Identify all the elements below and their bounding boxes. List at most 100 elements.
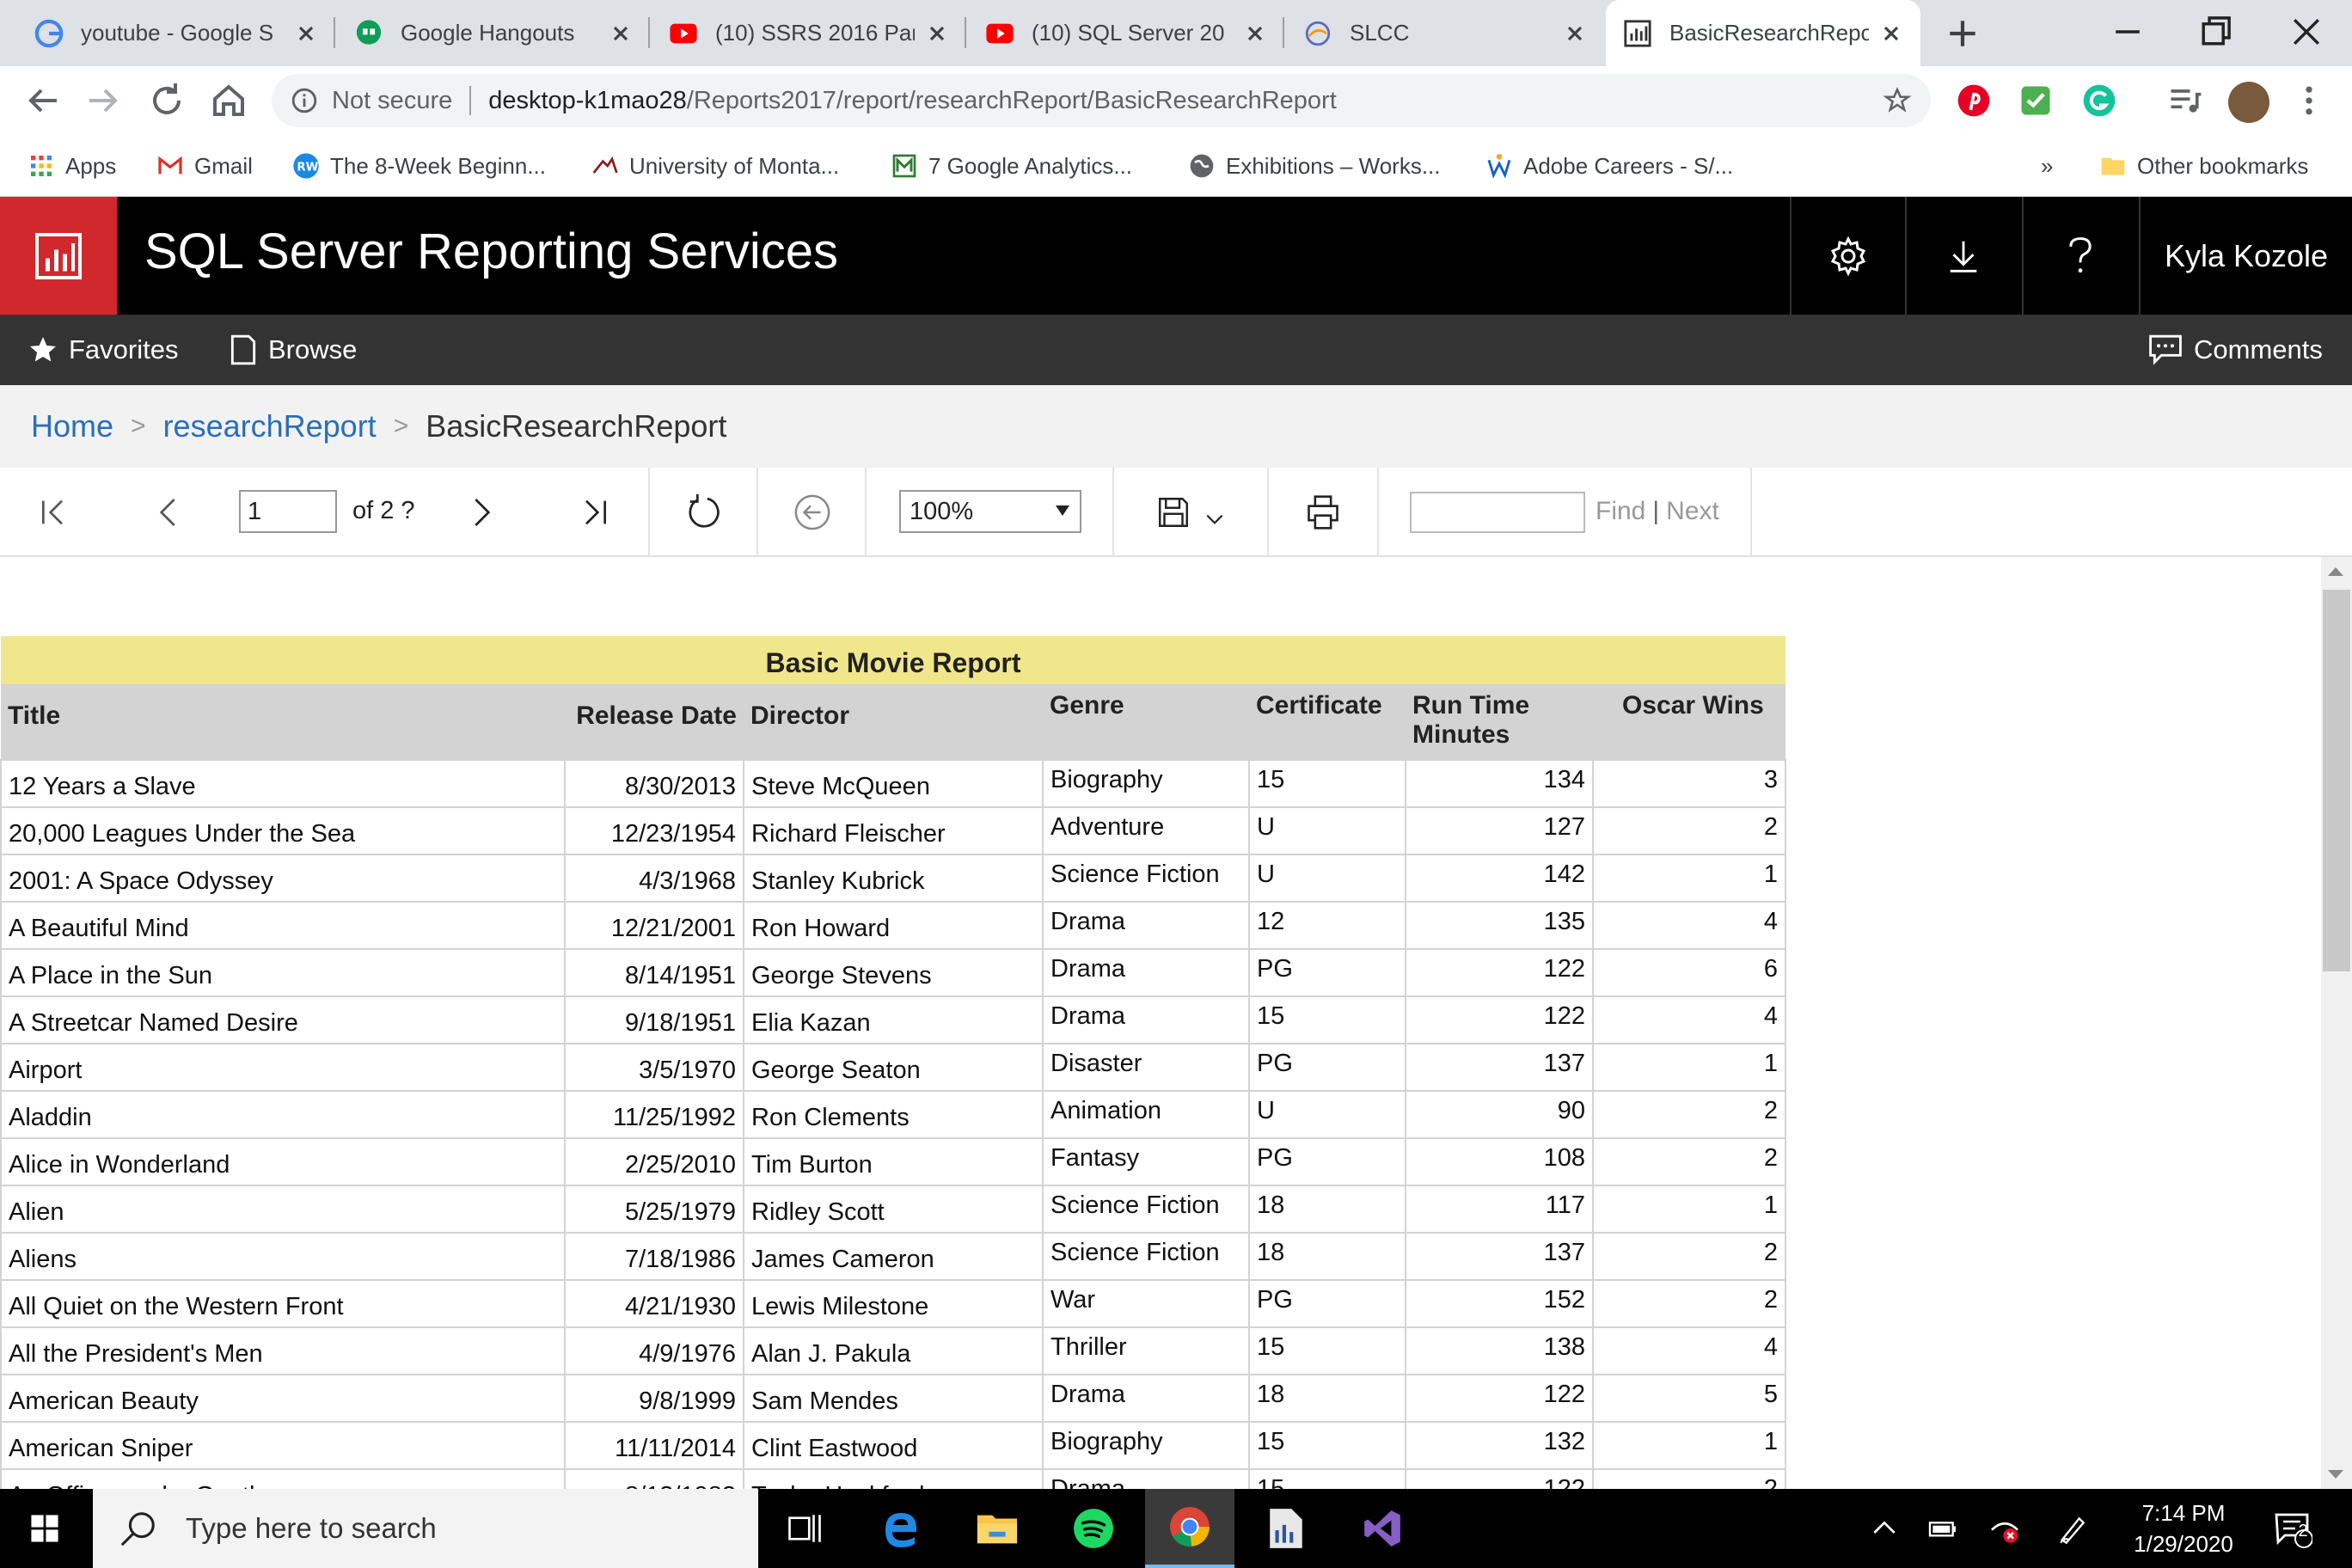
nav-favorites[interactable]: Favorites — [28, 315, 178, 385]
print-button[interactable] — [1295, 468, 1351, 557]
youtube-icon — [986, 23, 1014, 43]
bookmark-apps[interactable]: Apps — [28, 135, 116, 197]
close-tab-icon[interactable] — [1243, 21, 1267, 46]
back-to-parent-button[interactable] — [784, 468, 841, 557]
bookmark-exhibitions[interactable]: Exhibitions – Works... — [1188, 135, 1441, 197]
menu-kebab-icon[interactable] — [2290, 82, 2328, 119]
export-button[interactable] — [1143, 468, 1238, 557]
new-tab-icon[interactable] — [1945, 15, 1981, 52]
cell-director: Richard Fleischer — [743, 806, 1044, 855]
bookmark-umontana[interactable]: University of Monta... — [591, 135, 839, 197]
portal-nav: Favorites Browse Comments — [0, 315, 2352, 385]
bookmark-rw[interactable]: RW The 8-Week Beginn... — [292, 135, 546, 197]
taskbar-spotify[interactable] — [1049, 1489, 1138, 1568]
battery-icon[interactable] — [1926, 1511, 1960, 1546]
cell-oscar-wins: 1 — [1591, 854, 1787, 903]
bookmark-adobe[interactable]: Adobe Careers - S/... — [1485, 135, 1733, 197]
scrollbar-thumb[interactable] — [2323, 590, 2350, 971]
find-next-button[interactable]: Next — [1666, 497, 1719, 525]
settings-button[interactable] — [1790, 197, 1905, 315]
extension-icon[interactable] — [2017, 82, 2055, 119]
cell-director: Tim Burton — [743, 1137, 1044, 1186]
home-icon[interactable] — [208, 80, 249, 121]
profile-avatar[interactable] — [2228, 82, 2269, 123]
bookmark-gmail[interactable]: Gmail — [156, 135, 253, 197]
close-tab-icon[interactable] — [925, 21, 949, 46]
system-clock[interactable]: 7:14 PM 1/29/2020 — [2115, 1498, 2252, 1559]
back-icon[interactable] — [22, 80, 64, 121]
cell-certificate: PG — [1248, 948, 1406, 997]
browser-tab[interactable]: youtube - Google S — [17, 0, 335, 66]
page-number-input[interactable] — [239, 490, 337, 533]
taskbar-visual-studio[interactable] — [1338, 1489, 1427, 1568]
taskbar-search[interactable]: Type here to search — [93, 1489, 758, 1568]
gear-icon — [1830, 236, 1866, 276]
close-tab-icon[interactable] — [1563, 21, 1587, 46]
user-menu[interactable]: Kyla Kozole — [2139, 197, 2352, 315]
nav-browse[interactable]: Browse — [229, 315, 357, 385]
breadcrumb-folder[interactable]: researchReport — [163, 408, 377, 444]
browser-tab-active[interactable]: BasicResearchRepo — [1606, 0, 1920, 66]
breadcrumb-home[interactable]: Home — [31, 408, 113, 444]
zoom-select[interactable]: 100% — [899, 490, 1081, 533]
bookmark-analytics[interactable]: 7 Google Analytics... — [891, 135, 1132, 197]
taskbar-report-builder[interactable] — [1241, 1489, 1331, 1568]
forward-icon[interactable] — [83, 80, 124, 121]
address-bar[interactable]: Not secure desktop-k1mao28/Reports2017/r… — [272, 74, 1931, 127]
bookmark-other[interactable]: Other bookmarks — [2099, 135, 2308, 197]
next-page-button[interactable] — [454, 468, 509, 557]
cell-genre: Drama — [1042, 948, 1250, 997]
bookmark-star-icon[interactable] — [1883, 86, 1912, 115]
browser-tab[interactable]: SLCC — [1286, 0, 1604, 66]
nav-comments[interactable]: Comments — [2147, 315, 2323, 385]
first-page-button[interactable] — [26, 468, 81, 557]
task-view-button[interactable] — [760, 1489, 849, 1568]
printer-icon — [1308, 495, 1338, 530]
taskbar-explorer[interactable] — [952, 1489, 1042, 1568]
last-page-button[interactable] — [567, 468, 622, 557]
browser-tab[interactable]: (10) SQL Server 20 — [968, 0, 1284, 66]
breadcrumb-current: BasicResearchReport — [426, 408, 727, 444]
header-genre: Genre — [1043, 684, 1249, 760]
find-input[interactable] — [1410, 492, 1585, 533]
refresh-button[interactable] — [676, 468, 732, 557]
scroll-down-icon[interactable] — [2328, 1470, 2343, 1479]
bookmarks-overflow[interactable]: » — [2041, 135, 2053, 197]
taskbar-edge[interactable] — [856, 1489, 946, 1568]
minimize-icon[interactable] — [2108, 12, 2147, 52]
find-button[interactable]: Find — [1596, 497, 1645, 525]
cell-director: Ridley Scott — [743, 1185, 1044, 1234]
close-tab-icon[interactable] — [609, 21, 633, 46]
cell-genre: Drama — [1042, 901, 1250, 950]
cell-oscar-wins: 2 — [1591, 1137, 1787, 1186]
previous-page-button[interactable] — [141, 468, 196, 557]
reload-icon[interactable] — [146, 80, 187, 121]
info-icon[interactable] — [291, 87, 318, 114]
browser-tab[interactable]: Google Hangouts — [337, 0, 650, 66]
help-button[interactable] — [2022, 197, 2137, 315]
close-tab-icon[interactable] — [1879, 21, 1903, 46]
pinterest-icon[interactable] — [1955, 82, 1993, 119]
taskbar-chrome[interactable] — [1145, 1489, 1234, 1568]
cell-release-date: 4/3/1968 — [564, 854, 744, 903]
download-button[interactable] — [1905, 197, 2020, 315]
chevron-up-icon[interactable] — [1867, 1511, 1902, 1546]
ssrs-logo[interactable] — [0, 197, 117, 315]
pen-icon[interactable] — [2056, 1511, 2091, 1546]
scroll-up-icon[interactable] — [2328, 567, 2343, 576]
toolbar-divider — [1750, 468, 1752, 557]
chevron-left-icon — [159, 499, 175, 526]
close-tab-icon[interactable] — [294, 21, 318, 46]
cell-release-date: 11/11/2014 — [564, 1421, 744, 1470]
grammarly-icon[interactable] — [2080, 82, 2118, 119]
media-queue-icon[interactable] — [2166, 82, 2204, 119]
cell-certificate: PG — [1248, 1279, 1406, 1328]
toolbar-divider — [865, 468, 867, 557]
browser-tab[interactable]: (10) SSRS 2016 Par — [652, 0, 966, 66]
close-window-icon[interactable] — [2287, 12, 2326, 52]
network-error-icon[interactable] — [1988, 1511, 2022, 1546]
start-button[interactable] — [0, 1489, 89, 1568]
globe-icon — [1190, 154, 1214, 178]
restore-icon[interactable] — [2196, 12, 2235, 52]
cell-genre: Science Fiction — [1042, 854, 1250, 903]
